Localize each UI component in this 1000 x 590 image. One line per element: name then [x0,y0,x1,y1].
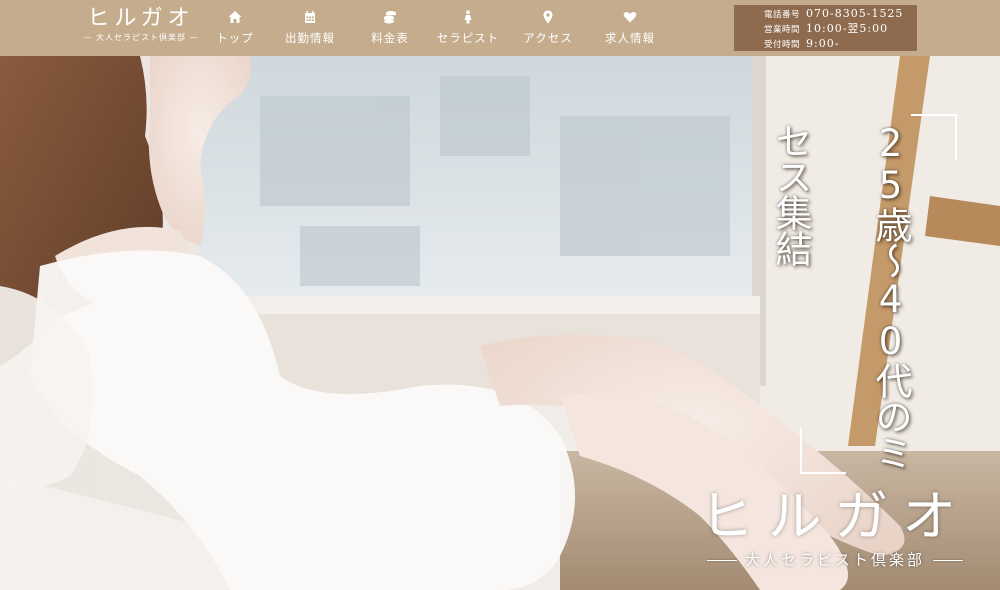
nav-label: 求人情報 [605,31,655,45]
business-hours: 10:00-翌5:00 [806,22,889,35]
nav-item-price[interactable]: 料金表 [350,0,430,56]
nav-item-recruit[interactable]: 求人情報 [590,0,670,56]
heart-icon [623,10,637,24]
nav-item-schedule[interactable]: 出勤情報 [270,0,350,56]
divider [706,559,737,561]
nav-label: アクセス [523,31,573,45]
hero-logo-subtitle: 大人セラピスト倶楽部 [744,551,925,569]
hero-section: 25歳〜40代のミセス集結 ヒルガオ 大人セラピスト倶楽部 [0,56,1000,590]
site-header: ヒルガオ — 大人セラピスト倶楽部 — トップ 出勤情報 料金表 セラピスト ア… [0,0,1000,56]
hours-row: 営業時間 10:00-翌5:00 [764,22,917,37]
coins-icon [383,10,397,24]
catch-text: 25歳〜40代のミセス集結 [769,122,912,470]
phone-row[interactable]: 電話番号 070-8305-1525 [764,7,917,22]
contact-info-box: 電話番号 070-8305-1525 営業時間 10:00-翌5:00 受付時間 9:… [734,5,917,51]
phone-label: 電話番号 [764,10,801,20]
calendar-icon [303,10,317,24]
female-icon [461,10,475,24]
hero-logo: ヒルガオ 大人セラピスト倶楽部 [690,488,980,578]
home-icon [228,10,242,24]
reception-row: 受付時間 9:00- [764,37,917,52]
main-nav: トップ 出勤情報 料金表 セラピスト アクセス 求人情報 [200,0,670,56]
nav-item-therapist[interactable]: セラピスト [430,0,506,56]
map-pin-icon [541,10,555,24]
nav-label: 出勤情報 [285,31,335,45]
hero-logo-subtitle-row: 大人セラピスト倶楽部 [690,550,980,570]
hours-label: 営業時間 [764,25,801,35]
reception-hours: 9:00- [806,37,840,50]
site-logo[interactable]: ヒルガオ — 大人セラピスト倶楽部 — [80,6,202,50]
divider [933,559,963,561]
nav-label: セラピスト [436,31,500,45]
nav-item-access[interactable]: アクセス [506,0,590,56]
bracket-close [800,428,846,474]
logo-subtitle: — 大人セラピスト倶楽部 — [83,33,199,42]
logo-title: ヒルガオ [87,6,195,31]
nav-label: 料金表 [371,31,409,45]
nav-label: トップ [216,31,254,45]
catchphrase: 25歳〜40代のミセス集結 [769,114,975,474]
phone-number[interactable]: 070-8305-1525 [806,7,903,20]
reception-label: 受付時間 [764,40,801,50]
hero-logo-title: ヒルガオ [699,485,971,548]
nav-item-top[interactable]: トップ [200,0,270,56]
